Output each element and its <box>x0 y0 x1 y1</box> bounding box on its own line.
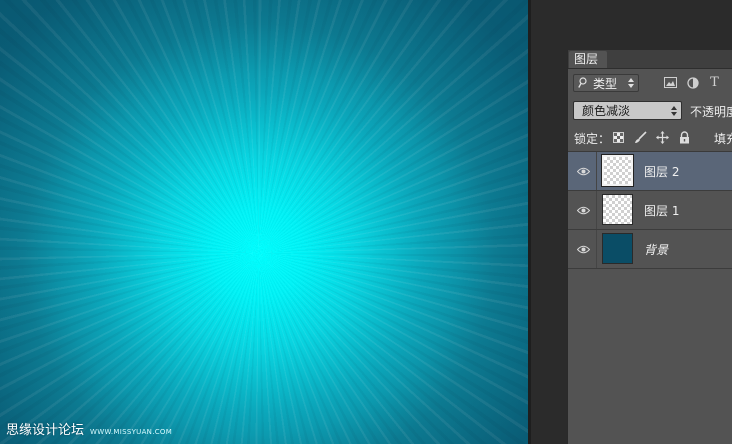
type-filter-icon[interactable]: T <box>708 75 721 90</box>
opacity-label: 不透明度 <box>690 105 732 119</box>
lock-position-icon[interactable] <box>656 131 669 144</box>
layer-thumbnail[interactable] <box>602 155 633 186</box>
blend-mode-value: 颜色减淡 <box>582 104 631 118</box>
layer-thumbnail[interactable] <box>602 233 633 264</box>
canvas-panel-divider <box>528 0 531 444</box>
layers-panel: 图层 类型 T 颜色减淡 不透明 锁定： 填 图层 2 图层 1 背景 <box>567 50 732 444</box>
fill-label: 填充 <box>714 132 732 146</box>
layer-name[interactable]: 图层 2 <box>644 163 679 180</box>
adjustment-filter-icon[interactable] <box>686 76 699 89</box>
visibility-divider <box>596 152 597 190</box>
blend-mode-select[interactable]: 颜色减淡 <box>573 101 682 120</box>
document-canvas[interactable]: 思缘设计论坛 WWW.MISSYUAN.COM <box>0 0 528 444</box>
layer-list-empty-area[interactable] <box>568 281 732 444</box>
lock-all-icon[interactable] <box>678 131 691 144</box>
watermark: 思缘设计论坛 WWW.MISSYUAN.COM <box>6 419 172 438</box>
image-filter-icon[interactable] <box>664 76 677 89</box>
layer-row-layer-1[interactable]: 图层 1 <box>568 191 732 230</box>
filter-type-value: 类型 <box>593 76 618 91</box>
updown-arrows-icon <box>628 78 634 88</box>
visibility-divider <box>596 230 597 268</box>
layer-name[interactable]: 图层 1 <box>644 202 679 219</box>
filter-row: 类型 T <box>568 71 732 97</box>
updown-arrows-icon <box>671 106 677 116</box>
tab-layers[interactable]: 图层 <box>569 51 608 68</box>
layer-list: 图层 2 图层 1 背景 <box>568 152 732 269</box>
blend-row: 颜色减淡 不透明度 <box>568 97 732 124</box>
lock-row: 锁定： 填充 <box>568 124 732 152</box>
canvas-vignette <box>0 0 528 444</box>
layer-row-background[interactable]: 背景 <box>568 230 732 269</box>
eye-icon[interactable] <box>576 164 590 178</box>
lock-label: 锁定： <box>574 132 611 146</box>
watermark-text: 思缘设计论坛 <box>6 423 85 438</box>
eye-icon[interactable] <box>576 203 590 217</box>
visibility-divider <box>596 191 597 229</box>
layer-name[interactable]: 背景 <box>644 241 668 258</box>
panel-tab-bar: 图层 <box>568 50 732 69</box>
filter-type-select[interactable]: 类型 <box>573 74 639 92</box>
layer-thumbnail[interactable] <box>602 194 633 225</box>
eye-icon[interactable] <box>576 242 590 256</box>
lock-transparent-pixels-icon[interactable] <box>612 131 625 144</box>
search-icon <box>578 77 587 88</box>
layer-row-layer-2[interactable]: 图层 2 <box>568 152 732 191</box>
watermark-url: WWW.MISSYUAN.COM <box>90 428 173 436</box>
lock-image-pixels-icon[interactable] <box>634 131 647 144</box>
